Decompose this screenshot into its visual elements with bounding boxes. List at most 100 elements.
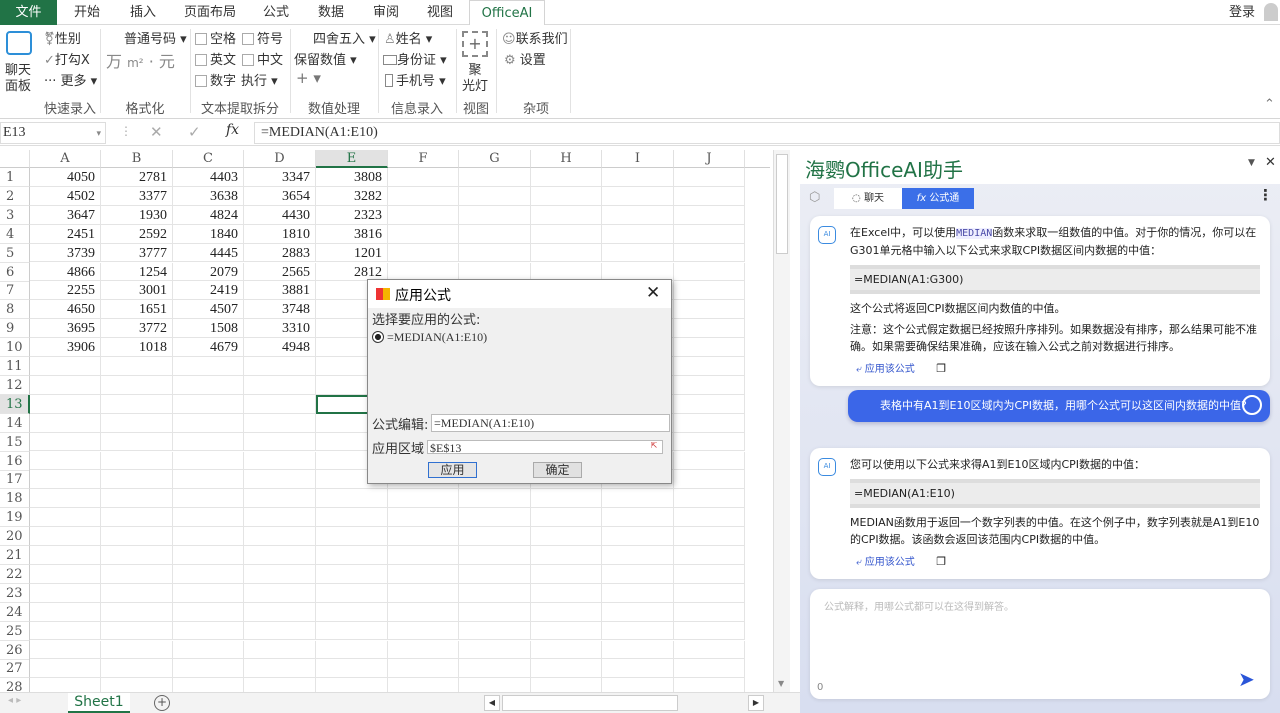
cell[interactable]	[674, 375, 745, 395]
symbol-checkbox[interactable]: 符号	[242, 28, 283, 47]
cell[interactable]: 3638	[173, 186, 244, 206]
dot-button[interactable]: ·	[149, 52, 154, 71]
row-header[interactable]: 17	[0, 470, 30, 490]
cell[interactable]	[459, 678, 531, 692]
cell[interactable]	[674, 640, 745, 660]
cell[interactable]	[316, 508, 388, 528]
cell[interactable]	[316, 659, 388, 679]
cell[interactable]	[244, 678, 316, 692]
cell[interactable]	[459, 205, 531, 225]
cell[interactable]	[674, 243, 745, 263]
cell[interactable]: 1254	[101, 262, 173, 282]
cell[interactable]: 4403	[173, 168, 244, 187]
cell[interactable]	[602, 640, 674, 660]
cell[interactable]: 2323	[316, 205, 388, 225]
cell[interactable]: 1840	[173, 224, 244, 244]
cell[interactable]	[101, 413, 173, 433]
cell[interactable]: 3808	[316, 168, 388, 187]
cell[interactable]	[101, 546, 173, 565]
cell[interactable]	[30, 489, 101, 509]
cell[interactable]	[316, 564, 388, 584]
cell[interactable]	[388, 243, 459, 263]
cell[interactable]	[674, 602, 745, 622]
cell[interactable]	[459, 659, 531, 679]
cell[interactable]	[602, 243, 674, 263]
cell[interactable]	[101, 659, 173, 679]
cell[interactable]	[674, 281, 745, 301]
cell[interactable]	[602, 583, 674, 603]
more-options-icon[interactable]: ⋮	[1258, 186, 1273, 204]
column-header-B[interactable]: B	[101, 150, 173, 168]
cell[interactable]: 4866	[30, 262, 101, 282]
sheet-tab-sheet1[interactable]: Sheet1	[68, 693, 130, 713]
apply-button[interactable]: 应用	[428, 462, 477, 478]
cell[interactable]	[30, 432, 101, 452]
formula-edit-input[interactable]: =MEDIAN(A1:E10)	[431, 414, 670, 432]
chat-input-placeholder[interactable]: 公式解释，用哪公式都可以在这得到解答。	[824, 599, 1014, 616]
cell[interactable]	[459, 186, 531, 206]
tab-formula[interactable]: fx 公式通	[902, 188, 974, 209]
cell[interactable]	[459, 602, 531, 622]
cell[interactable]	[388, 659, 459, 679]
cell[interactable]: 3347	[244, 168, 316, 187]
row-header[interactable]: 18	[0, 489, 30, 509]
copy-icon[interactable]: ❐	[936, 362, 946, 375]
row-header[interactable]: 4	[0, 224, 30, 244]
cell[interactable]	[531, 243, 602, 263]
cell[interactable]	[602, 508, 674, 528]
cell[interactable]	[531, 659, 602, 679]
phone-dropdown[interactable]: 手机号 ▾	[385, 70, 446, 89]
cell[interactable]	[244, 451, 316, 471]
cell[interactable]	[173, 546, 244, 565]
cell[interactable]: 3654	[244, 186, 316, 206]
cell[interactable]	[316, 640, 388, 660]
cell[interactable]: 4445	[173, 243, 244, 263]
cell[interactable]	[674, 678, 745, 692]
cell[interactable]: 4502	[30, 186, 101, 206]
cell[interactable]	[173, 470, 244, 490]
panel-close-icon[interactable]: ✕	[1265, 155, 1276, 170]
row-header[interactable]: 14	[0, 413, 30, 433]
cell[interactable]	[244, 546, 316, 565]
cell[interactable]	[531, 602, 602, 622]
apply-formula-button[interactable]: ⤶ 应用该公式	[856, 557, 915, 568]
cell[interactable]: 3282	[316, 186, 388, 206]
cell[interactable]: 2592	[101, 224, 173, 244]
column-header-I[interactable]: I	[602, 150, 674, 168]
row-header[interactable]: 15	[0, 432, 30, 452]
cell[interactable]	[101, 621, 173, 641]
cell[interactable]	[602, 205, 674, 225]
cell[interactable]	[244, 527, 316, 546]
cell[interactable]	[316, 583, 388, 603]
cell[interactable]	[459, 583, 531, 603]
cell[interactable]	[244, 432, 316, 452]
cell[interactable]	[602, 527, 674, 546]
cell[interactable]: 3772	[101, 319, 173, 339]
ok-button[interactable]: 确定	[533, 462, 582, 478]
formula-input[interactable]: =MEDIAN(A1:E10)	[254, 122, 1280, 144]
round-dropdown[interactable]: 四舍五入 ▾	[313, 28, 376, 47]
cell[interactable]	[674, 300, 745, 320]
cell[interactable]	[244, 564, 316, 584]
send-icon[interactable]: ➤	[1238, 669, 1255, 689]
cell[interactable]	[531, 205, 602, 225]
cell[interactable]	[531, 527, 602, 546]
cell[interactable]	[173, 394, 244, 414]
cell[interactable]	[674, 168, 745, 187]
cell[interactable]	[388, 564, 459, 584]
cell[interactable]	[173, 640, 244, 660]
select-all-corner[interactable]	[0, 150, 30, 168]
column-header-E[interactable]: E	[316, 150, 388, 168]
cell[interactable]	[101, 583, 173, 603]
tab-file[interactable]: 文件	[0, 0, 57, 25]
cell[interactable]	[30, 583, 101, 603]
cell[interactable]: 3816	[316, 224, 388, 244]
cell[interactable]: 3695	[30, 319, 101, 339]
tab-chat[interactable]: ◌ 聊天	[834, 188, 902, 209]
row-header[interactable]: 1	[0, 168, 30, 187]
gender-button[interactable]: ⚧性别	[44, 28, 81, 47]
cell[interactable]	[173, 357, 244, 376]
cell[interactable]	[531, 621, 602, 641]
cell[interactable]	[674, 432, 745, 452]
cell[interactable]	[674, 394, 745, 414]
